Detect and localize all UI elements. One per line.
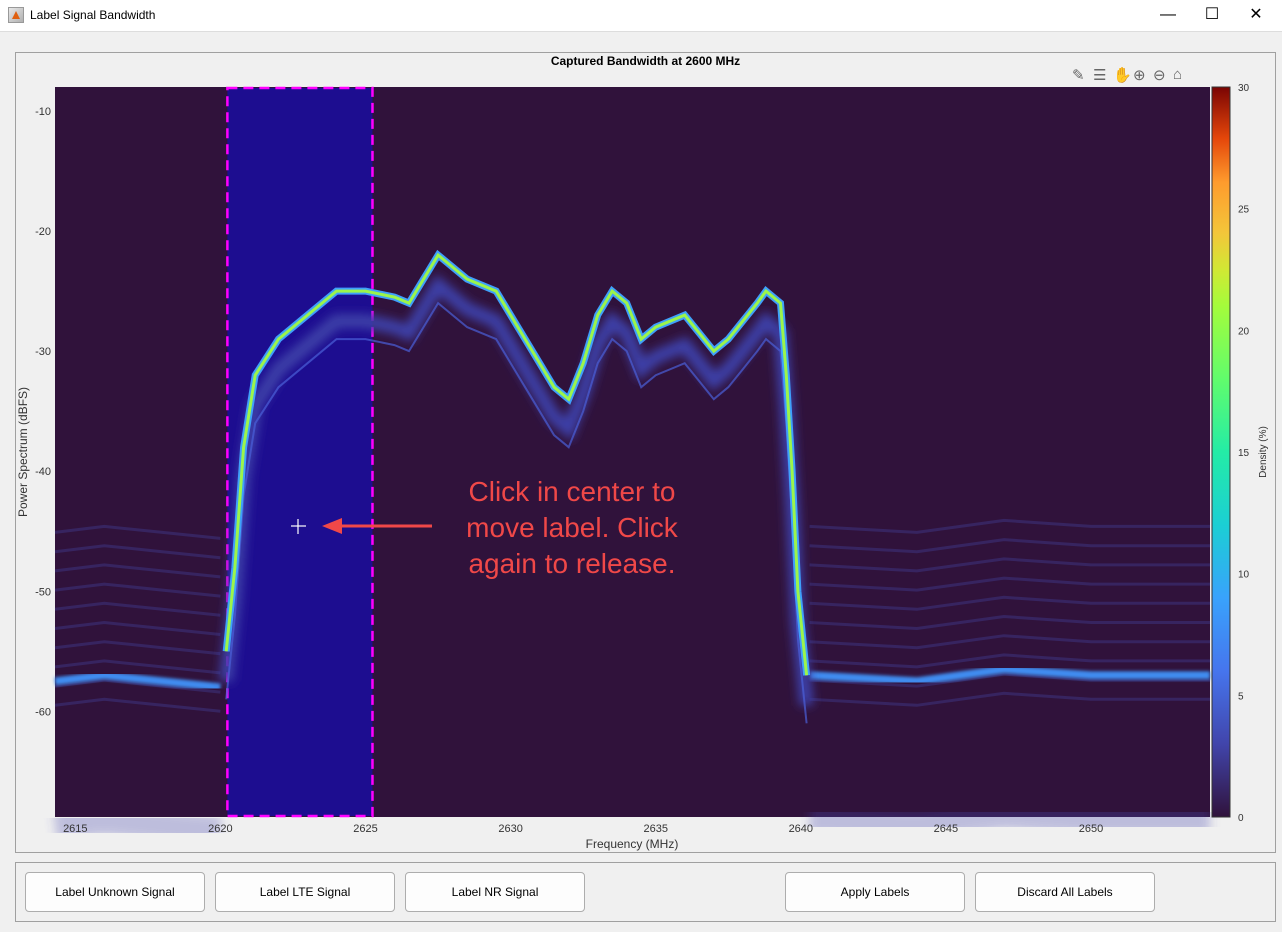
colorbar-tick-label: 25 [1238, 205, 1250, 216]
colorbar-tick-label: 15 [1238, 448, 1250, 459]
instruction-annotation: Click in center to move label. Click aga… [466, 476, 678, 579]
y-tick-label: -30 [35, 346, 51, 358]
colorbar-tick-label: 30 [1238, 83, 1250, 94]
x-tick-label: 2620 [208, 823, 232, 835]
colorbar [1211, 86, 1231, 818]
discard-all-labels-button[interactable]: Discard All Labels [975, 872, 1155, 912]
x-tick-label: 2625 [353, 823, 377, 835]
y-tick-label: -40 [35, 466, 51, 478]
y-axis-label: Power Spectrum (dBFS) [16, 387, 30, 517]
colorbar-tick-label: 5 [1238, 691, 1244, 702]
colorbar-label: Density (%) [1258, 426, 1269, 478]
y-tick-label: -50 [35, 586, 51, 598]
apply-labels-button[interactable]: Apply Labels [785, 872, 965, 912]
x-tick-label: 2615 [63, 823, 87, 835]
x-tick-label: 2635 [643, 823, 667, 835]
y-tick-label: -20 [35, 226, 51, 238]
label-nr-signal-button[interactable]: Label NR Signal [405, 872, 585, 912]
colorbar-tick-label: 0 [1238, 813, 1244, 824]
x-tick-label: 2640 [789, 823, 813, 835]
colorbar-tick-label: 20 [1238, 326, 1250, 337]
label-unknown-signal-button[interactable]: Label Unknown Signal [25, 872, 205, 912]
x-tick-label: 2645 [934, 823, 958, 835]
y-tick-label: -60 [35, 706, 51, 718]
spectrum-chart[interactable]: 2615 2620 2625 2630 2635 2640 2645 2650 -10 -20 -3… [0, 0, 1282, 932]
label-lte-signal-button[interactable]: Label LTE Signal [215, 872, 395, 912]
x-axis-label: Frequency (MHz) [586, 837, 679, 851]
noise-haze [808, 798, 1210, 841]
y-tick-label: -10 [35, 106, 51, 118]
colorbar-tick-label: 10 [1238, 570, 1250, 581]
x-tick-label: 2630 [498, 823, 522, 835]
x-tick-label: 2650 [1079, 823, 1103, 835]
